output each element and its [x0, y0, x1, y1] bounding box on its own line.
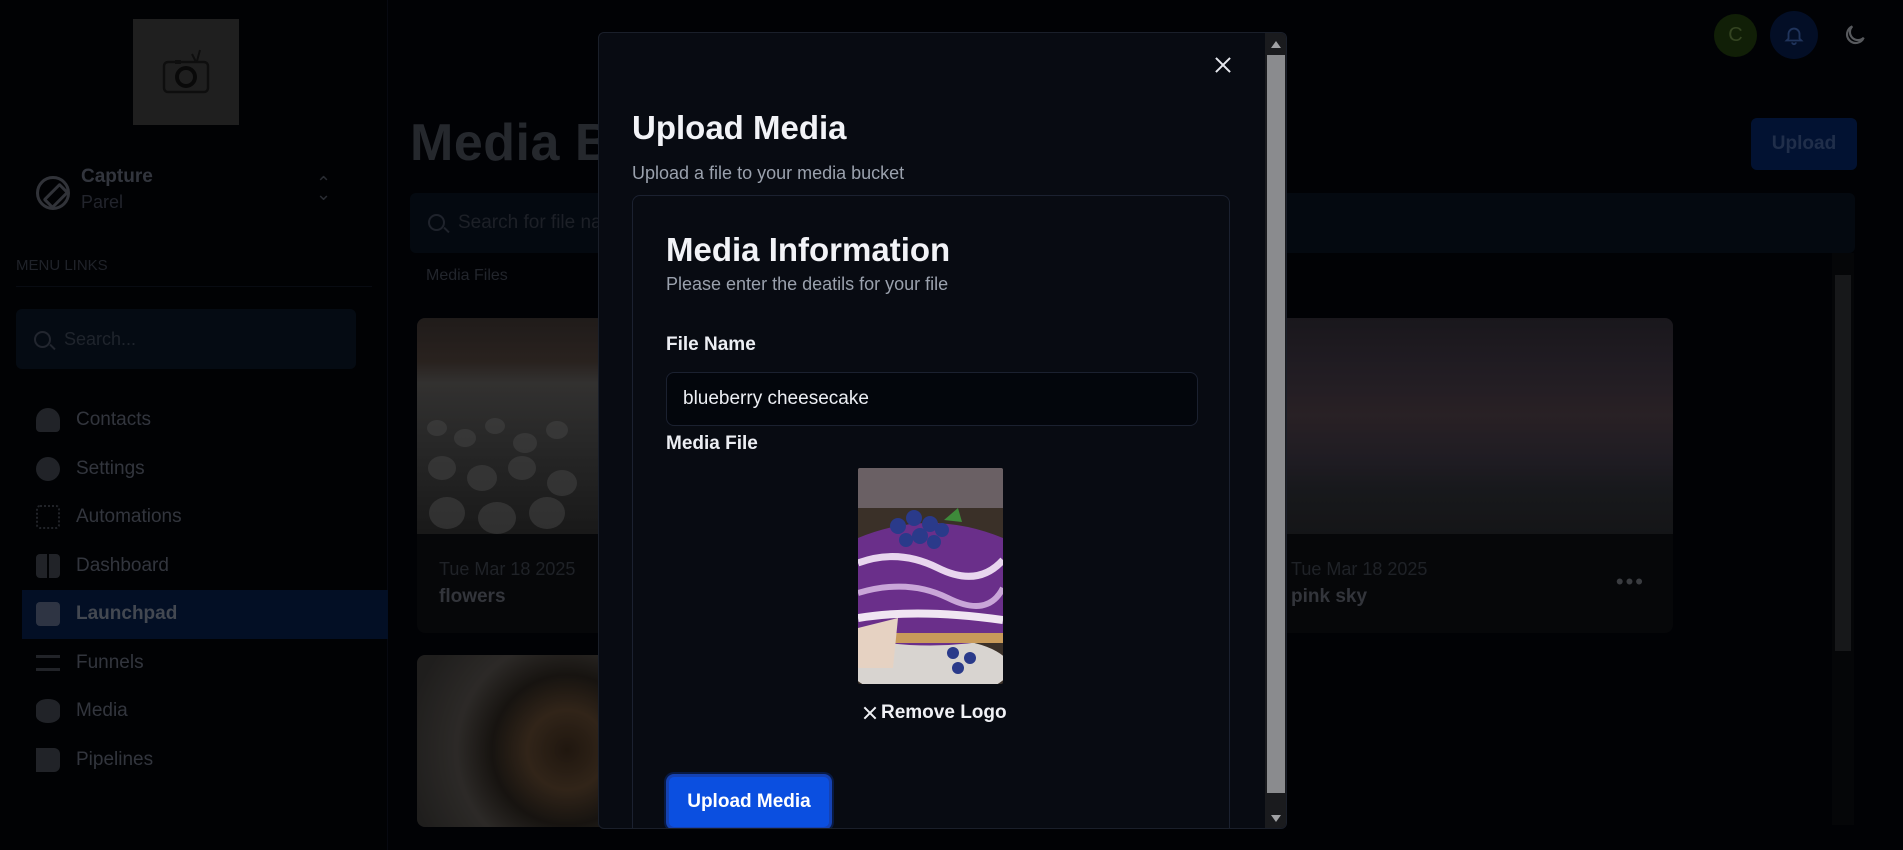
card-subtitle: Please enter the deatils for your file	[666, 274, 949, 294]
upload-media-button[interactable]: Upload Media	[666, 774, 832, 828]
scroll-up-arrow-icon[interactable]	[1271, 41, 1281, 48]
dialog-subtitle: Upload a file to your media bucket	[632, 163, 905, 183]
upload-media-dialog: Upload Media Upload a file to your media…	[598, 32, 1287, 829]
media-preview-image	[858, 468, 1003, 684]
app-root: Capture Parel ⌃ ⌄ MENU LINKS Search... Co…	[0, 0, 1903, 850]
dialog-title: Upload Media	[632, 109, 847, 146]
remove-logo-button[interactable]: Remove Logo	[863, 702, 1007, 724]
media-information-card: Media Information Please enter the deati…	[632, 195, 1230, 828]
file-name-field[interactable]: blueberry cheesecake	[666, 372, 1198, 426]
remove-logo-label: Remove Logo	[881, 702, 1007, 723]
scroll-down-arrow-icon[interactable]	[1271, 815, 1281, 822]
close-icon	[863, 706, 877, 720]
media-file-label: Media File	[666, 433, 758, 454]
card-title: Media Information	[666, 231, 951, 268]
close-icon[interactable]	[1213, 55, 1233, 75]
dialog-scrollbar[interactable]	[1265, 33, 1286, 828]
file-name-label: File Name	[666, 334, 756, 355]
scrollbar-thumb[interactable]	[1267, 55, 1285, 793]
